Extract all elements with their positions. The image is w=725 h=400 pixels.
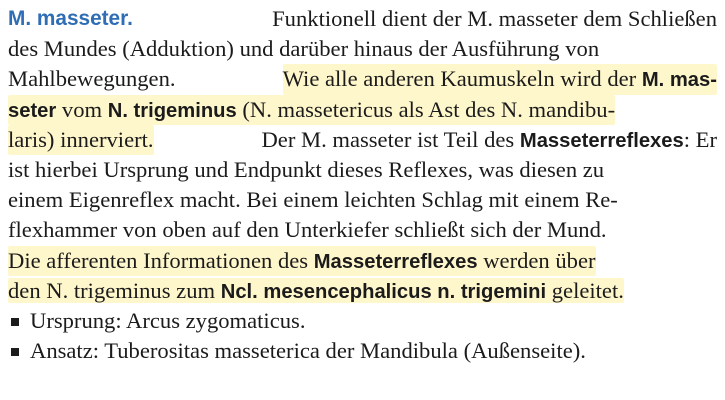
bullet-square-icon [11,317,19,326]
paragraph-line-5: laris) innerviert. Der M. masseter ist T… [8,124,717,155]
highlighted-text: werden über [477,247,596,273]
text-segment: einem Eigenreflex macht. Bei einem leich… [8,187,618,213]
paragraph-line-10: den N. trigeminus zum Ncl. mesencephalic… [8,276,717,306]
paragraph-line-3: Mahlbewegungen. Wie alle anderen Kaumusk… [8,64,717,95]
text-segment: des Mundes (Adduktion) und darüber hinau… [8,36,600,62]
text-segment: Der M. masseter ist Teil des [261,126,520,152]
highlighted-text: den N. trigeminus zum [8,277,221,303]
highlighted-segment: Wie alle anderen Kaumuskeln wird der M. … [282,64,717,95]
list-item-text: Ursprung: Arcus zygomaticus. [30,307,306,333]
list-item: Ansatz: Tuberositas masseterica der Mand… [8,336,717,366]
list-item: Ursprung: Arcus zygomaticus. [8,306,717,336]
highlighted-segment: den N. trigeminus zum Ncl. mesencephalic… [8,277,624,303]
paragraph-line-7: einem Eigenreflex macht. Bei einem leich… [8,185,717,215]
paragraph-line-2: des Mundes (Adduktion) und darüber hinau… [8,34,717,64]
masseter-paragraph: M. masseter. Funktionell dient der M. ma… [8,4,717,306]
highlighted-text: Die afferenten Informationen des [8,247,314,273]
text-segment: Funktionell dient der M. masseter dem Sc… [272,6,717,31]
bullet-list: Ursprung: Arcus zygomaticus. Ansatz: Tub… [8,306,717,366]
text-segment: Der M. masseter ist Teil des Masseterref… [261,125,717,155]
paragraph-line-9: Die afferenten Informationen des Massete… [8,245,717,276]
textbook-page: M. masseter. Funktionell dient der M. ma… [0,0,725,400]
text-segment: Mahlbewegungen. [8,66,176,92]
paragraph-line-4: seter vom N. trigeminus (N. massetericus… [8,94,717,125]
paragraph-line-6: ist hierbei Ursprung und Endpunkt dieses… [8,155,717,185]
highlighted-text: vom [56,96,108,122]
highlighted-segment: seter vom N. trigeminus (N. massetericus… [8,94,616,125]
text-segment: flexhammer von oben auf den Unterkiefer … [8,217,607,243]
highlighted-segment: Die afferenten Informationen des Massete… [8,245,596,276]
highlighted-bold-term: seter [8,99,57,122]
highlighted-text: geleitet. [546,277,624,303]
highlighted-text: laris) innerviert. [8,124,154,155]
list-item-text: Ansatz: Tuberositas masseterica der Mand… [30,338,586,364]
paragraph-line-1: M. masseter. Funktionell dient der M. ma… [8,4,717,34]
highlighted-text: (N. massetericus als Ast des N. mandibu- [236,96,616,122]
section-heading: M. masseter. [8,7,133,30]
highlighted-bold-term: Ncl. mesencephalicus n. trigemini [220,280,547,303]
bullet-square-icon [11,348,19,357]
bold-term: Masseterreflexes [519,129,684,152]
highlighted-bold-term: M. mas- [641,69,717,92]
highlighted-bold-term: N. trigeminus [107,99,237,122]
highlighted-bold-term: Masseterreflexes [313,250,478,273]
paragraph-line-8: flexhammer von oben auf den Unterkiefer … [8,215,717,245]
text-segment: : Er [683,126,717,152]
highlighted-text: Wie alle anderen Kaumuskeln wird der [282,66,642,92]
text-segment: ist hierbei Ursprung und Endpunkt dieses… [8,156,605,182]
